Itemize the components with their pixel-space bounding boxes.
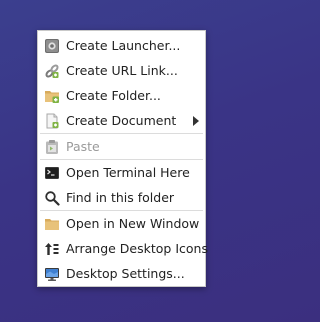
link-icon	[44, 63, 60, 79]
arrange-icon	[44, 241, 60, 257]
menu-item-create-document[interactable]: Create Document	[38, 108, 205, 133]
document-icon	[44, 113, 60, 129]
menu-item-find-in-folder[interactable]: Find in this folder	[38, 185, 205, 210]
menu-item-label: Desktop Settings...	[66, 266, 185, 281]
menu-item-label: Create Folder...	[66, 88, 161, 103]
menu-item-arrange-desktop-icons[interactable]: Arrange Desktop Icons	[38, 236, 208, 261]
menu-item-desktop-settings[interactable]: Desktop Settings...	[38, 261, 205, 286]
folder-icon	[44, 216, 60, 232]
menu-item-label: Create URL Link...	[66, 63, 178, 78]
menu-item-label: Open Terminal Here	[66, 165, 190, 180]
menu-item-label: Open in New Window	[66, 216, 200, 231]
submenu-arrow-icon	[193, 116, 199, 126]
menu-item-paste[interactable]: Paste	[38, 134, 205, 159]
menu-item-open-terminal-here[interactable]: Open Terminal Here	[38, 160, 205, 185]
menu-item-label: Create Launcher...	[66, 38, 181, 53]
folder-new-icon	[44, 88, 60, 104]
menu-item-open-new-window[interactable]: Open in New Window	[38, 211, 205, 236]
menu-item-label: Arrange Desktop Icons	[66, 241, 208, 256]
monitor-icon	[44, 266, 60, 282]
terminal-icon	[44, 165, 60, 181]
menu-item-label: Find in this folder	[66, 190, 175, 205]
menu-item-create-url-link[interactable]: Create URL Link...	[38, 58, 205, 83]
menu-item-label: Create Document	[66, 113, 177, 128]
launcher-icon	[44, 38, 60, 54]
menu-item-create-launcher[interactable]: Create Launcher...	[38, 33, 205, 58]
paste-icon	[44, 139, 60, 155]
menu-item-label: Paste	[66, 139, 100, 154]
search-icon	[44, 190, 60, 206]
desktop-context-menu: Create Launcher... Create URL Link... Cr…	[37, 30, 208, 287]
menu-item-create-folder[interactable]: Create Folder...	[38, 83, 205, 108]
